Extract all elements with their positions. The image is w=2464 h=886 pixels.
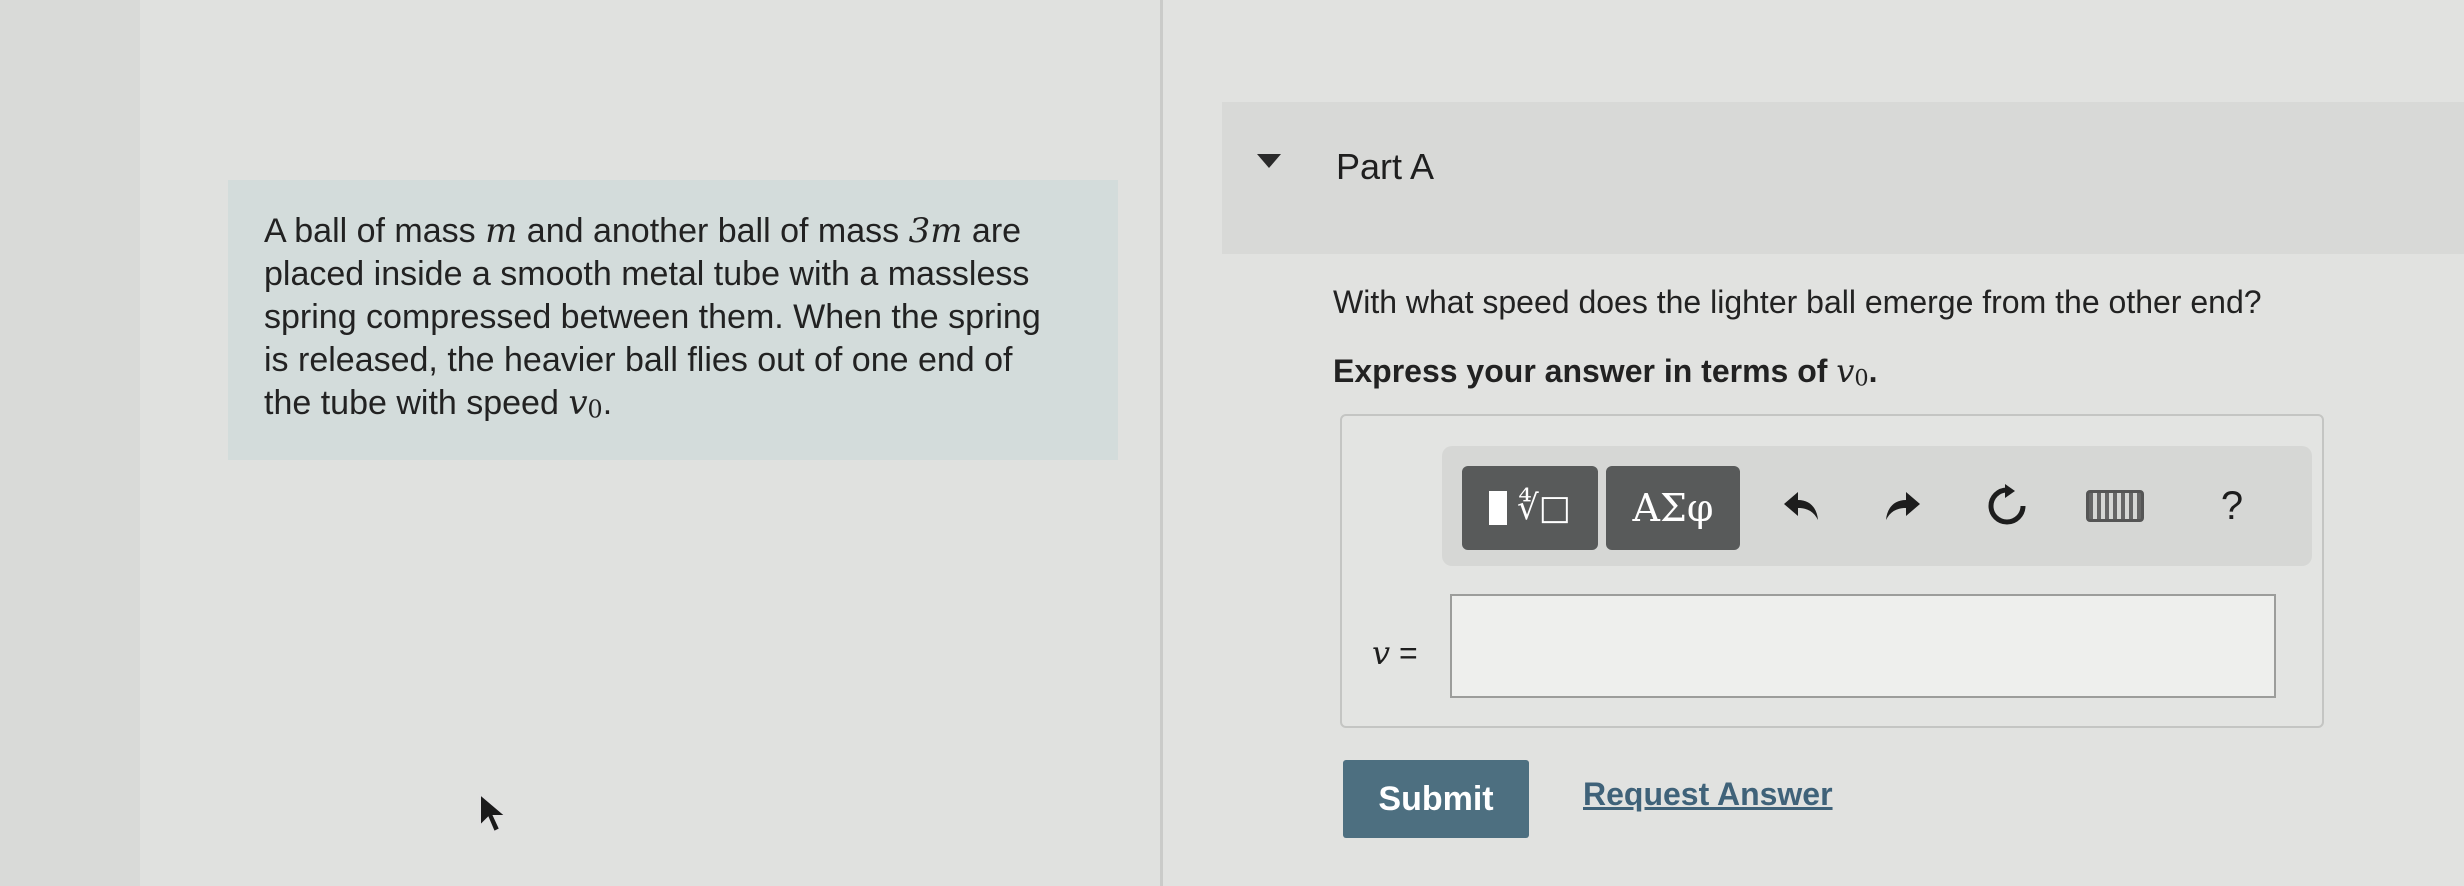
math-toolbar: ∜□ ΑΣφ ? — [1442, 446, 2312, 566]
request-answer-link[interactable]: Request Answer — [1583, 776, 1833, 813]
redo-icon[interactable] — [1872, 476, 1932, 536]
problem-statement: A ball of mass m and another ball of mas… — [228, 180, 1118, 460]
greek-symbols-button[interactable]: ΑΣφ — [1606, 466, 1740, 550]
speed-v0: v0 — [568, 383, 603, 424]
instruction-text: Express your answer in terms of v0. — [1333, 352, 1878, 392]
answer-input[interactable] — [1450, 594, 2276, 698]
problem-text: A ball of mass m and another ball of mas… — [264, 211, 1041, 424]
question-text: With what speed does the lighter ball em… — [1333, 284, 2262, 320]
root-template-icon: ∜□ — [1517, 488, 1571, 528]
keyboard-icon[interactable] — [2080, 476, 2150, 536]
submit-button[interactable]: Submit — [1343, 760, 1529, 838]
undo-icon[interactable] — [1772, 476, 1832, 536]
answer-panel: ∜□ ΑΣφ ? v = — [1340, 414, 2324, 728]
mass-m: m — [485, 211, 518, 251]
collapse-caret-icon[interactable] — [1257, 154, 1281, 168]
part-title: Part A — [1336, 146, 1435, 187]
part-a-header[interactable]: Part A — [1222, 102, 2464, 254]
reset-icon[interactable] — [1972, 476, 2042, 536]
template-block-icon — [1489, 491, 1508, 525]
mass-3m: 3m — [908, 211, 963, 251]
answer-variable-label: v = — [1372, 634, 1418, 672]
help-button[interactable]: ? — [2202, 476, 2262, 536]
templates-button[interactable]: ∜□ — [1462, 466, 1598, 550]
